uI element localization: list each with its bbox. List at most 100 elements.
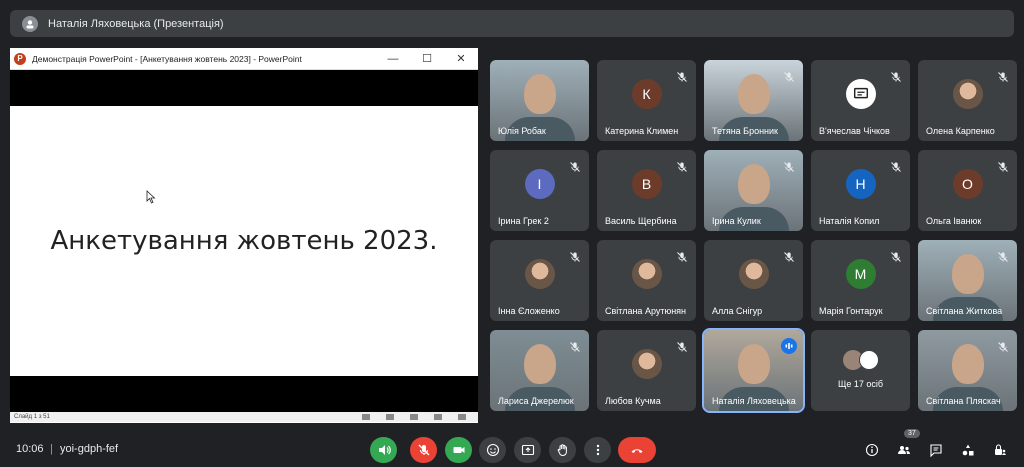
presentation-window: P Демонстрація PowerPoint - [Анкетування…	[10, 48, 478, 423]
mic-off-icon	[676, 160, 688, 172]
participant-tile[interactable]: Ще 17 осіб	[811, 330, 910, 411]
raise-hand-button[interactable]	[549, 437, 576, 463]
participant-video-figure	[737, 344, 770, 384]
maximize-icon[interactable]: ☐	[410, 52, 444, 65]
participant-initial-avatar: Н	[845, 169, 876, 200]
mic-off-icon	[676, 70, 688, 82]
mic-off-icon	[890, 160, 902, 172]
participant-initial-avatar: О	[952, 169, 983, 200]
present-screen-button[interactable]	[514, 437, 541, 463]
mic-off-icon	[418, 444, 429, 456]
people-button[interactable]	[896, 442, 912, 458]
speaker-volume-button[interactable]	[370, 437, 397, 463]
mic-off-icon	[783, 160, 795, 172]
info-icon	[865, 443, 879, 457]
participant-tile[interactable]: Олена Карпенко	[918, 60, 1017, 141]
participant-tile[interactable]: І Ірина Грек 2	[490, 150, 589, 231]
bottom-toolbar: 10:06 | yoi-gdph-fef	[0, 430, 1024, 467]
participant-tile[interactable]: В'ячеслав Чічков	[811, 60, 910, 141]
more-options-button[interactable]	[584, 437, 611, 463]
participant-name: Тетяна Бронник	[712, 126, 778, 136]
participant-name: Світлана Житкова	[926, 306, 1003, 316]
slide-sorter-icon[interactable]	[410, 414, 418, 420]
participant-tile[interactable]: Світлана Житкова	[918, 240, 1017, 321]
slideshow-icon[interactable]	[458, 414, 466, 420]
phone-hangup-icon	[631, 449, 643, 453]
participant-tile[interactable]: Інна Єложенко	[490, 240, 589, 321]
normal-view-icon[interactable]	[386, 414, 394, 420]
participant-video-figure	[737, 74, 770, 114]
mic-off-icon	[890, 250, 902, 262]
mic-off-icon	[997, 160, 1009, 172]
participant-photo-avatar	[738, 259, 769, 290]
participant-tile[interactable]: М Марія Гонтарук	[811, 240, 910, 321]
letterbox-top	[10, 70, 478, 106]
participant-video-figure	[737, 164, 770, 204]
participant-tile[interactable]: Тетяна Бронник	[704, 60, 803, 141]
participant-name: Марія Гонтарук	[819, 306, 883, 316]
reading-view-icon[interactable]	[434, 414, 442, 420]
participant-tile[interactable]: Світлана Пляскач	[918, 330, 1017, 411]
ppt-titlebar: P Демонстрація PowerPoint - [Анкетування…	[10, 48, 478, 70]
mic-off-icon	[997, 70, 1009, 82]
mic-toggle-button[interactable]	[410, 437, 437, 463]
participant-tile[interactable]: В Василь Щербина	[597, 150, 696, 231]
clock: 10:06	[16, 442, 44, 455]
camera-toggle-button[interactable]	[445, 437, 472, 463]
mic-off-icon	[997, 250, 1009, 262]
mic-off-icon	[890, 70, 902, 82]
participant-name: Олена Карпенко	[926, 126, 995, 136]
participant-video-figure	[523, 74, 556, 114]
participant-photo-avatar	[631, 349, 662, 380]
pointer-cursor-icon	[146, 190, 156, 204]
mic-off-icon	[569, 250, 581, 262]
activities-button[interactable]	[960, 442, 976, 458]
participant-name: Наталія Ляховецька	[712, 396, 796, 406]
participant-video-figure	[951, 344, 984, 384]
participant-tile[interactable]: Світлана Арутюнян	[597, 240, 696, 321]
participant-tile[interactable]: Ірина Кулик	[704, 150, 803, 231]
notes-icon[interactable]	[362, 414, 370, 420]
meeting-code: yoi-gdph-fef	[60, 442, 119, 455]
mic-off-icon	[997, 340, 1009, 352]
participant-name: Василь Щербина	[605, 216, 677, 226]
hand-icon	[557, 444, 567, 456]
participant-name: В'ячеслав Чічков	[819, 126, 890, 136]
participants-count-badge: 37	[904, 429, 920, 438]
participant-photo-avatar	[952, 79, 983, 110]
chat-button[interactable]	[928, 442, 944, 458]
mic-off-icon	[783, 250, 795, 262]
chat-icon	[930, 444, 942, 457]
participant-initial-avatar: В	[631, 169, 662, 200]
reactions-button[interactable]	[479, 437, 506, 463]
slide-counter: Слайд 1 з 51	[14, 414, 50, 420]
meeting-details-button[interactable]	[864, 442, 880, 458]
participant-tile[interactable]: Любов Кучма	[597, 330, 696, 411]
participant-initial-avatar: І	[524, 169, 555, 200]
lock-person-icon	[995, 444, 1006, 455]
participant-name: Інна Єложенко	[498, 306, 560, 316]
participant-name: Лариса Джерелюк	[498, 396, 574, 406]
participant-name: Наталія Копил	[819, 216, 880, 226]
participant-name: Ще 17 осіб	[837, 379, 884, 389]
close-icon[interactable]: ✕	[444, 52, 478, 65]
participant-tile[interactable]: Наталія Ляховецька	[702, 328, 805, 413]
participant-tile[interactable]: Юлія Робак	[490, 60, 589, 141]
camera-icon	[453, 447, 464, 453]
host-controls-button[interactable]	[992, 442, 1008, 458]
participant-name: Ольга Іванюк	[926, 216, 982, 226]
mic-off-icon	[569, 340, 581, 352]
minimize-icon[interactable]: —	[376, 53, 410, 65]
people-icon	[898, 446, 911, 454]
presenter-title: Наталія Ляховецька (Презентація)	[48, 17, 224, 30]
participant-name: Світлана Арутюнян	[605, 306, 687, 316]
participant-photo-avatar	[524, 259, 555, 290]
participant-tile[interactable]: Алла Снігур	[704, 240, 803, 321]
mic-off-icon	[676, 250, 688, 262]
participant-tile[interactable]: О Ольга Іванюк	[918, 150, 1017, 231]
activities-icon	[962, 444, 974, 456]
participant-tile[interactable]: К Катерина Климен	[597, 60, 696, 141]
leave-call-button[interactable]	[618, 437, 656, 463]
participant-tile[interactable]: Лариса Джерелюк	[490, 330, 589, 411]
participant-tile[interactable]: Н Наталія Копил	[811, 150, 910, 231]
